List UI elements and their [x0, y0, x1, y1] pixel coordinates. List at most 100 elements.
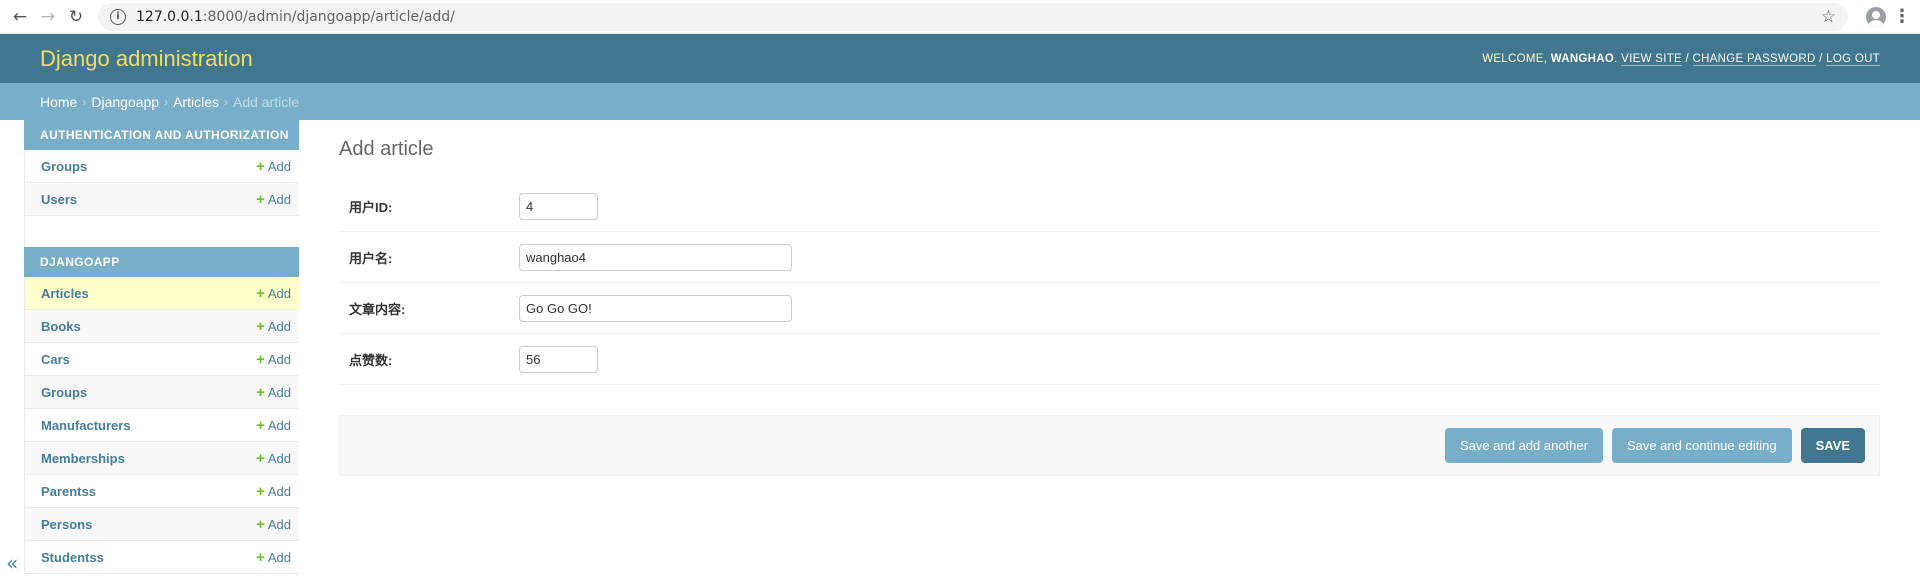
plus-icon: + — [256, 157, 265, 175]
url-path: :8000/admin/djangoapp/article/add/ — [202, 8, 455, 25]
back-icon[interactable]: ← — [6, 3, 34, 31]
nav-sidebar: AUTHENTICATION AND AUTHORIZATION Groups … — [0, 120, 299, 581]
add-link[interactable]: + Add — [256, 285, 291, 302]
plus-icon: + — [256, 284, 265, 302]
forward-icon[interactable]: → — [34, 3, 62, 31]
add-link[interactable]: + Add — [256, 158, 291, 175]
breadcrumb-home[interactable]: Home — [40, 94, 77, 110]
browser-toolbar: ← → ↻ i 127.0.0.1:8000/admin/djangoapp/a… — [0, 0, 1920, 34]
add-label: Add — [267, 417, 291, 433]
breadcrumb: Home › Djangoapp › Articles › Add articl… — [0, 83, 1920, 120]
add-label: Add — [267, 384, 291, 400]
add-label: Add — [267, 351, 291, 367]
page-title: Add article — [339, 138, 434, 160]
form-row-content: 文章内容: — [339, 283, 1880, 334]
breadcrumb-model[interactable]: Articles — [173, 94, 219, 110]
plus-icon: + — [256, 190, 265, 208]
sidebar-item-groups-app: Groups + Add — [24, 376, 299, 409]
profile-avatar-icon[interactable] — [1862, 3, 1890, 31]
welcome-text: WELCOME, — [1482, 52, 1548, 65]
browser-menu-icon[interactable]: ⋮ — [1890, 6, 1914, 27]
add-label: Add — [267, 483, 291, 499]
sidebar-item-label[interactable]: Manufacturers — [41, 418, 131, 433]
sidebar-item-books: Books + Add — [24, 310, 299, 343]
view-site-link[interactable]: VIEW SITE — [1621, 52, 1682, 66]
add-label: Add — [267, 318, 291, 334]
add-link[interactable]: + Add — [256, 318, 291, 335]
site-branding[interactable]: Django administration — [40, 46, 253, 72]
sidebar-item-groups: Groups + Add — [24, 150, 299, 183]
user-id-field[interactable] — [519, 192, 598, 220]
add-link[interactable]: + Add — [256, 516, 291, 533]
add-link[interactable]: + Add — [256, 417, 291, 434]
plus-icon: + — [256, 416, 265, 434]
sidebar-item-cars: Cars + Add — [24, 343, 299, 376]
sidebar-item-label[interactable]: Users — [41, 192, 77, 207]
sidebar-item-users: Users + Add — [24, 183, 299, 216]
add-label: Add — [267, 285, 291, 301]
save-button[interactable]: SAVE — [1800, 428, 1865, 463]
sidebar-spacer — [24, 216, 299, 247]
add-label: Add — [267, 516, 291, 532]
plus-icon: + — [256, 449, 265, 467]
field-label: 用户ID: — [349, 199, 393, 215]
sidebar-item-label[interactable]: Persons — [41, 517, 92, 532]
likes-field[interactable] — [519, 345, 598, 373]
module-caption-auth[interactable]: AUTHENTICATION AND AUTHORIZATION — [24, 120, 299, 150]
address-bar[interactable]: i 127.0.0.1:8000/admin/djangoapp/article… — [98, 2, 1848, 31]
add-link[interactable]: + Add — [256, 191, 291, 208]
breadcrumb-separator: › — [164, 94, 169, 109]
bookmark-star-icon[interactable]: ☆ — [1821, 7, 1836, 27]
module-caption-djangoapp[interactable]: DJANGOAPP — [24, 247, 299, 277]
add-link[interactable]: + Add — [256, 384, 291, 401]
sidebar-item-parentss: Parentss + Add — [24, 475, 299, 508]
sidebar-item-label[interactable]: Articles — [41, 286, 89, 301]
plus-icon: + — [256, 548, 265, 566]
breadcrumb-current: Add article — [233, 93, 300, 110]
add-link[interactable]: + Add — [256, 483, 291, 500]
sidebar-item-label[interactable]: Cars — [41, 352, 70, 367]
add-label: Add — [267, 549, 291, 565]
sidebar-item-label[interactable]: Books — [41, 319, 81, 334]
plus-icon: + — [256, 515, 265, 533]
url-text[interactable]: 127.0.0.1:8000/admin/djangoapp/article/a… — [136, 9, 1821, 25]
field-label: 文章内容: — [349, 301, 406, 317]
add-link[interactable]: + Add — [256, 450, 291, 467]
sidebar-item-label[interactable]: Groups — [41, 159, 87, 174]
add-link[interactable]: + Add — [256, 351, 291, 368]
plus-icon: + — [256, 317, 265, 335]
form-row-likes: 点赞数: — [339, 334, 1880, 385]
form-row-username: 用户名: — [339, 232, 1880, 283]
plus-icon: + — [256, 383, 265, 401]
sidebar-item-manufacturers: Manufacturers + Add — [24, 409, 299, 442]
sidebar-item-label[interactable]: Memberships — [41, 451, 125, 466]
field-label: 点赞数: — [349, 352, 393, 368]
sidebar-item-articles: Articles + Add — [24, 277, 299, 310]
plus-icon: + — [256, 350, 265, 368]
log-out-link[interactable]: LOG OUT — [1826, 52, 1880, 66]
form-row-user-id: 用户ID: — [339, 181, 1880, 232]
content-area: Add article 用户ID: 用户名: 文章内容: 点赞数: Save a… — [299, 120, 1920, 581]
breadcrumb-separator: › — [224, 94, 228, 109]
save-and-continue-button[interactable]: Save and continue editing — [1611, 428, 1792, 463]
user-tools: WELCOME, WANGHAO. VIEW SITE / CHANGE PAS… — [1482, 52, 1880, 66]
change-password-link[interactable]: CHANGE PASSWORD — [1692, 52, 1816, 66]
admin-header: Django administration WELCOME, WANGHAO. … — [0, 34, 1920, 83]
field-label: 用户名: — [349, 250, 393, 266]
add-label: Add — [267, 158, 291, 174]
add-link[interactable]: + Add — [256, 549, 291, 566]
username-field[interactable] — [519, 243, 792, 271]
main-area: AUTHENTICATION AND AUTHORIZATION Groups … — [0, 120, 1920, 581]
sidebar-collapse-icon[interactable]: « — [6, 551, 18, 575]
article-content-field[interactable] — [519, 294, 792, 322]
reload-icon[interactable]: ↻ — [62, 3, 90, 31]
sidebar-item-studentss: Studentss + Add — [24, 541, 299, 574]
sidebar-item-label[interactable]: Studentss — [41, 550, 104, 565]
site-info-icon[interactable]: i — [110, 8, 126, 25]
sidebar-item-persons: Persons + Add — [24, 508, 299, 541]
breadcrumb-app[interactable]: Djangoapp — [91, 94, 159, 110]
sidebar-item-label[interactable]: Parentss — [41, 484, 96, 499]
breadcrumb-separator: › — [82, 94, 87, 109]
sidebar-item-label[interactable]: Groups — [41, 385, 87, 400]
save-and-add-another-button[interactable]: Save and add another — [1445, 428, 1603, 463]
